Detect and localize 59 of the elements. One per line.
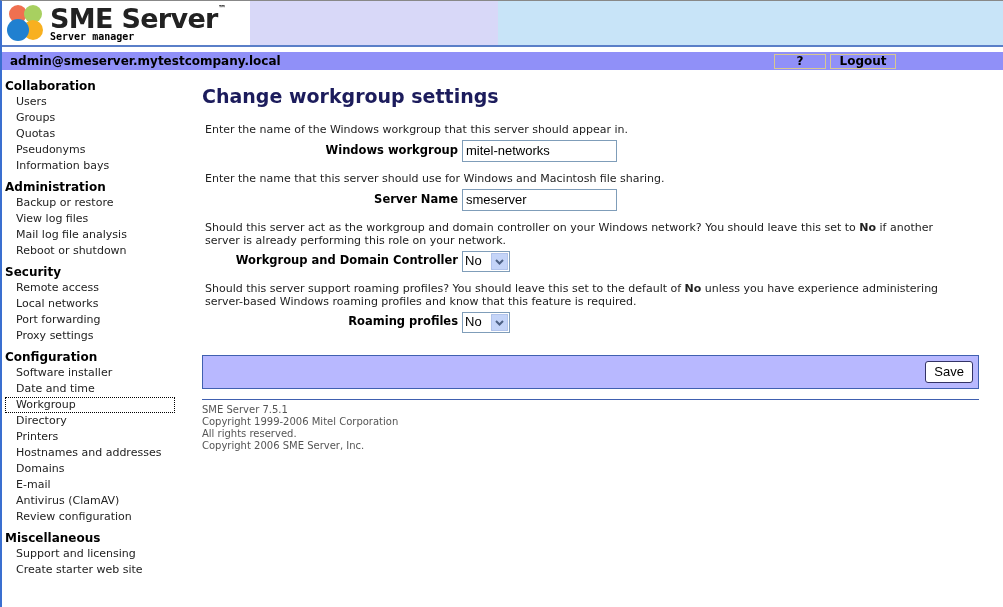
- field-label: Windows workgroup: [324, 141, 458, 159]
- nav-link[interactable]: Backup or restore: [5, 195, 115, 211]
- nav-link[interactable]: Pseudonyms: [5, 142, 87, 158]
- nav-link[interactable]: Domains: [5, 461, 66, 477]
- text-field[interactable]: mitel-networks: [462, 139, 617, 162]
- footer-text: Copyright 1999-2006 Mitel Corporation: [202, 415, 400, 428]
- nav-link[interactable]: Review configuration: [5, 509, 133, 525]
- nav-link[interactable]: Software installer: [5, 365, 114, 381]
- select-field[interactable]: No: [462, 250, 510, 272]
- nav-link[interactable]: Create starter web site: [5, 562, 144, 578]
- help-button[interactable]: ?: [774, 53, 826, 69]
- nav-heading: Security: [5, 264, 63, 280]
- footer-text: SME Server 7.5.1: [202, 403, 289, 416]
- logout-button[interactable]: Logout: [830, 53, 896, 69]
- logo-icon: [6, 3, 46, 43]
- nav-heading: Collaboration: [5, 78, 97, 94]
- nav-heading: Administration: [5, 179, 107, 195]
- nav-link[interactable]: Printers: [5, 429, 60, 445]
- nav-link[interactable]: Mail log file analysis: [5, 227, 128, 243]
- nav-link[interactable]: Users: [5, 94, 48, 110]
- dropdown-arrow-icon[interactable]: [491, 313, 508, 331]
- trademark: ™: [217, 4, 226, 13]
- nav-link[interactable]: Remote access: [5, 280, 100, 296]
- nav-link[interactable]: Workgroup: [5, 397, 175, 413]
- nav-link[interactable]: Port forwarding: [5, 312, 102, 328]
- field-label: Workgroup and Domain Controller: [234, 252, 458, 270]
- user-name: admin@smeserver.mytestcompany.local: [9, 53, 282, 70]
- select-value: No: [465, 252, 482, 271]
- nav-link[interactable]: Quotas: [5, 126, 57, 142]
- nav-link[interactable]: Directory: [5, 413, 68, 429]
- select-value: No: [465, 313, 482, 332]
- nav-heading: Configuration: [5, 349, 99, 365]
- text-field[interactable]: smeserver: [462, 188, 617, 211]
- nav-link[interactable]: Date and time: [5, 381, 96, 397]
- field-description: Should this server act as the workgroup and domain controller on your Windows network? You should leave this set to No if another server is already performing this role on your network.: [205, 220, 934, 247]
- nav-link[interactable]: Support and licensing: [5, 546, 137, 562]
- product-subtitle: Server manager: [50, 31, 136, 42]
- footer-text: Copyright 2006 SME Server, Inc.: [202, 439, 366, 452]
- nav-link[interactable]: Antivirus (ClamAV): [5, 493, 121, 509]
- field-description: Should this server support roaming profiles? You should leave this set to the default of No unless you have experience administering server-based Windows roaming profiles and know that this feature is required.: [205, 281, 940, 308]
- nav-link[interactable]: Proxy settings: [5, 328, 95, 344]
- footer-text: All rights reserved.: [202, 427, 298, 440]
- nav-link[interactable]: Reboot or shutdown: [5, 243, 128, 259]
- page-title: Change workgroup settings: [202, 84, 500, 109]
- dropdown-arrow-icon[interactable]: [491, 252, 508, 270]
- product-name: SME Server: [50, 4, 218, 32]
- nav-heading: Miscellaneous: [5, 530, 102, 546]
- nav-link[interactable]: Information bays: [5, 158, 111, 174]
- select-field[interactable]: No: [462, 311, 510, 333]
- nav-link[interactable]: Hostnames and addresses: [5, 445, 163, 461]
- nav-link[interactable]: Local networks: [5, 296, 100, 312]
- field-description: Enter the name of the Windows workgroup that this server should appear in.: [205, 122, 629, 136]
- save-button[interactable]: Save: [925, 360, 973, 383]
- nav-link[interactable]: View log files: [5, 211, 90, 227]
- field-description: Enter the name that this server should use for Windows and Macintosh file sharing.: [205, 171, 666, 185]
- nav-link[interactable]: Groups: [5, 110, 57, 126]
- field-label: Server Name: [373, 190, 458, 208]
- field-label: Roaming profiles: [347, 313, 458, 331]
- nav-link[interactable]: E-mail: [5, 477, 52, 493]
